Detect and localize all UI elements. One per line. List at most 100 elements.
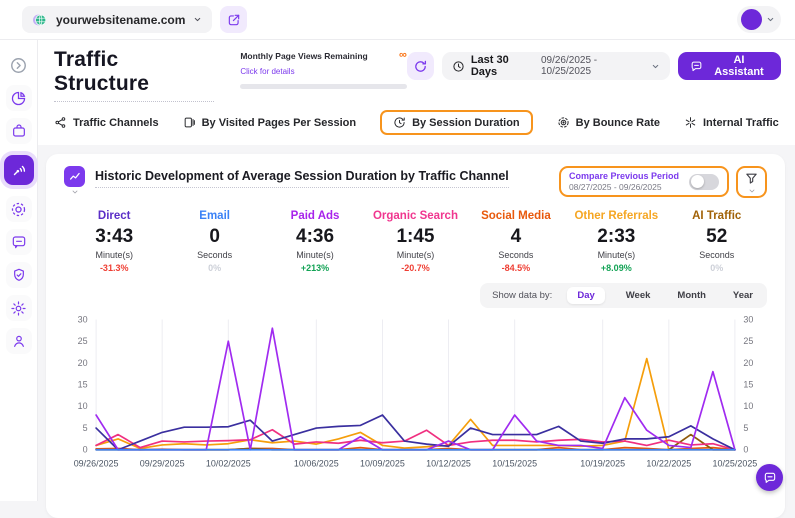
compare-previous-period: Compare Previous Period 08/27/2025 - 09/… — [559, 166, 729, 197]
tab-internal-traffic[interactable]: Internal Traffic — [684, 111, 779, 134]
svg-text:09/26/2025: 09/26/2025 — [74, 459, 119, 469]
gear-icon — [10, 300, 27, 317]
sidebar-item-messages[interactable] — [6, 229, 32, 255]
granularity-row: Show data by: Day Week Month Year — [64, 283, 767, 308]
stat-email: Email 0 Seconds 0% — [164, 210, 264, 273]
stat-label: Email — [164, 210, 264, 222]
refresh-icon — [413, 59, 428, 74]
stat-unit: Minute(s) — [566, 250, 666, 260]
stat-label: Organic Search — [365, 210, 465, 222]
chevron-down-icon — [71, 188, 79, 196]
refresh-button[interactable] — [407, 52, 434, 80]
support-chat-fab[interactable] — [756, 464, 783, 491]
stat-unit: Seconds — [164, 250, 264, 260]
svg-text:10/12/2025: 10/12/2025 — [426, 459, 471, 469]
sidebar-item-goals[interactable] — [6, 196, 32, 222]
svg-text:09/29/2025: 09/29/2025 — [140, 459, 185, 469]
sidebar-item-account[interactable] — [6, 328, 32, 354]
bounce-target-icon — [557, 116, 570, 129]
granularity-day[interactable]: Day — [567, 287, 604, 304]
svg-text:10/25/2025: 10/25/2025 — [712, 459, 757, 469]
page-header: Traffic Structure Monthly Page Views Rem… — [38, 40, 795, 104]
stat-direct: Direct 3:43 Minute(s) -31.3% — [64, 210, 164, 273]
stat-value: 1:45 — [365, 226, 465, 248]
tab-session-duration[interactable]: By Session Duration — [380, 110, 533, 135]
tab-bounce-rate[interactable]: By Bounce Rate — [557, 111, 660, 134]
stat-label: AI Traffic — [667, 210, 767, 222]
stat-value: 4 — [466, 226, 566, 248]
stat-value: 52 — [667, 226, 767, 248]
granularity-month[interactable]: Month — [671, 287, 712, 304]
duration-icon — [393, 116, 406, 129]
quota-infinity-value: ∞ — [399, 50, 407, 61]
chat-bubble-icon — [690, 60, 703, 73]
quota-widget: Monthly Page Views Remaining ∞ Click for… — [240, 48, 407, 89]
sidebar-collapse-button[interactable] — [6, 52, 32, 78]
stat-ai-traffic: AI Traffic 52 Seconds 0% — [667, 210, 767, 273]
quota-progress-bar — [240, 84, 407, 89]
stat-paid-ads: Paid Ads 4:36 Minute(s) +213% — [265, 210, 365, 273]
pie-chart-icon — [10, 90, 27, 107]
filter-button[interactable] — [736, 166, 767, 198]
sidebar-item-overview[interactable] — [6, 85, 32, 111]
svg-text:15: 15 — [743, 379, 753, 389]
user-menu[interactable] — [737, 6, 781, 33]
tab-label: By Session Duration — [412, 117, 520, 129]
line-chart-icon — [68, 170, 82, 184]
stat-social-media: Social Media 4 Seconds -84.5% — [466, 210, 566, 273]
tab-label: Traffic Channels — [73, 117, 159, 129]
stat-other-referrals: Other Referrals 2:33 Minute(s) +8.09% — [566, 210, 666, 273]
stat-change: +213% — [265, 263, 365, 273]
stat-label: Other Referrals — [566, 210, 666, 222]
svg-text:10: 10 — [78, 401, 88, 411]
chat-bubble-icon — [763, 471, 777, 485]
header-controls: Last 30 Days 09/26/2025 - 10/25/2025 AI … — [407, 48, 781, 80]
date-range-value: 09/26/2025 - 10/25/2025 — [541, 55, 645, 77]
stat-unit: Seconds — [466, 250, 566, 260]
card-chart-type-control[interactable] — [64, 166, 85, 196]
session-duration-chart[interactable]: 09/26/202509/29/202510/02/202510/06/2025… — [64, 312, 767, 488]
open-website-button[interactable] — [220, 6, 247, 33]
show-data-by-label: Show data by: — [492, 290, 552, 301]
sidebar — [0, 40, 38, 501]
quota-details-link[interactable]: Click for details — [240, 67, 294, 76]
stat-change: -20.7% — [365, 263, 465, 273]
date-range-picker[interactable]: Last 30 Days 09/26/2025 - 10/25/2025 — [442, 52, 670, 80]
channel-stats-row: Direct 3:43 Minute(s) -31.3% Email 0 Sec… — [64, 210, 767, 273]
sidebar-item-security[interactable] — [6, 262, 32, 288]
internal-traffic-icon — [684, 116, 697, 129]
tab-label: By Visited Pages Per Session — [202, 117, 356, 129]
website-selector[interactable]: yourwebsitename.com — [22, 6, 212, 33]
shield-check-icon — [11, 267, 27, 283]
stat-label: Social Media — [466, 210, 566, 222]
ai-assistant-button[interactable]: AI Assistant — [678, 52, 781, 80]
svg-text:25: 25 — [743, 336, 753, 346]
stat-value: 0 — [164, 226, 264, 248]
svg-text:10/09/2025: 10/09/2025 — [360, 459, 405, 469]
content-area: Historic Development of Average Session … — [38, 145, 795, 518]
report-tabs: Traffic Channels By Visited Pages Per Se… — [38, 104, 795, 145]
svg-text:10/02/2025: 10/02/2025 — [206, 459, 251, 469]
ai-assistant-label: AI Assistant — [709, 54, 769, 78]
compare-range: 08/27/2025 - 09/26/2025 — [569, 182, 679, 192]
sidebar-item-traffic[interactable] — [4, 155, 34, 185]
card-title: Historic Development of Average Session … — [95, 169, 509, 188]
compare-toggle[interactable] — [689, 174, 719, 190]
stat-change: +8.09% — [566, 263, 666, 273]
granularity-year[interactable]: Year — [727, 287, 759, 304]
svg-text:20: 20 — [78, 358, 88, 368]
external-link-icon — [227, 13, 241, 27]
stat-label: Direct — [64, 210, 164, 222]
chart-container: 09/26/202509/29/202510/02/202510/06/2025… — [64, 312, 767, 488]
tab-traffic-channels[interactable]: Traffic Channels — [54, 111, 159, 134]
tab-visited-pages-per-session[interactable]: By Visited Pages Per Session — [183, 111, 356, 134]
chevron-down-icon — [748, 187, 756, 195]
sidebar-item-products[interactable] — [6, 118, 32, 144]
svg-text:10/15/2025: 10/15/2025 — [492, 459, 537, 469]
website-name: yourwebsitename.com — [56, 13, 185, 27]
svg-text:0: 0 — [743, 445, 748, 455]
page-title: Traffic Structure — [54, 48, 214, 102]
granularity-week[interactable]: Week — [620, 287, 657, 304]
sidebar-item-settings[interactable] — [6, 295, 32, 321]
svg-text:30: 30 — [78, 314, 88, 324]
